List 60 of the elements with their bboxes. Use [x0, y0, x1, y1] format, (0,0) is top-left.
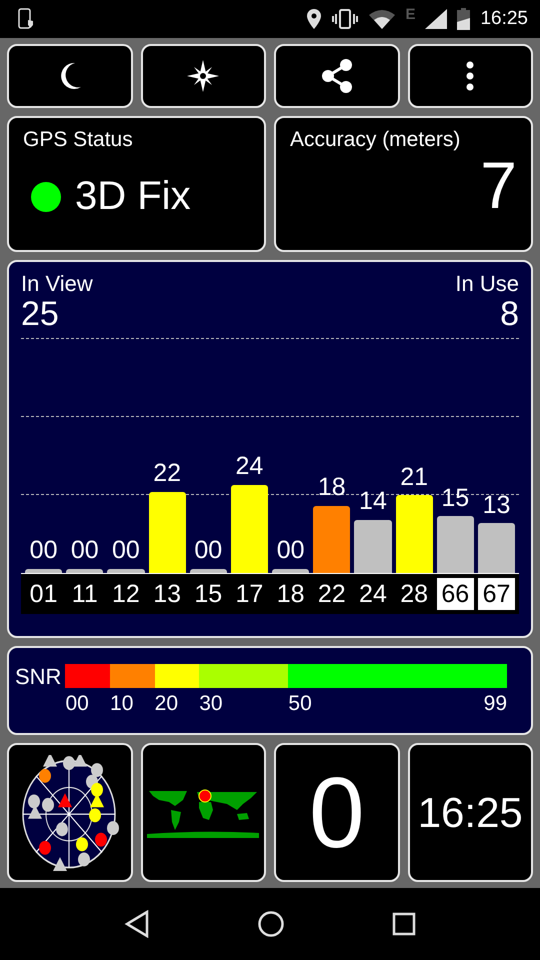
- snr-value: 00: [111, 537, 141, 565]
- more-icon: [466, 61, 474, 91]
- satellite-id: 18: [276, 578, 306, 610]
- sky-plot-card[interactable]: [7, 743, 132, 882]
- snr-tick: 30: [199, 692, 223, 716]
- phone-shield-icon: [18, 8, 34, 30]
- menu-button[interactable]: [408, 44, 533, 108]
- snr-value: 18: [316, 474, 347, 502]
- share-icon: [320, 58, 354, 94]
- satellite-id: 17: [234, 578, 264, 610]
- snr-tick: 10: [110, 692, 134, 716]
- satellite-id: 11: [70, 578, 99, 610]
- satellite-id: 13: [152, 578, 182, 610]
- network-type: E: [405, 6, 416, 22]
- accuracy-value: 7: [480, 152, 517, 218]
- compass-button[interactable]: [140, 44, 266, 108]
- snr-value: 14: [358, 488, 388, 516]
- snr-tick: 20: [154, 692, 178, 716]
- clock-time: 16:25: [480, 8, 528, 30]
- satellite-id: 67: [478, 578, 516, 610]
- wifi-icon: [369, 9, 396, 29]
- satellite-id: 28: [399, 578, 430, 610]
- snr-value: 13: [482, 492, 512, 520]
- snr-tick: 00: [65, 692, 89, 716]
- accuracy-title: Accuracy (meters): [290, 128, 462, 152]
- signal-icon: [425, 9, 448, 29]
- satellite-id: 66: [436, 578, 474, 610]
- location-icon: [307, 9, 322, 29]
- satellite-id: 15: [193, 578, 224, 610]
- satellite-id: 12: [111, 578, 141, 610]
- snr-value: 22: [152, 460, 182, 488]
- in-view-label: In View: [21, 272, 93, 296]
- fix-value: 3D Fix: [75, 174, 191, 219]
- share-button[interactable]: [274, 44, 400, 108]
- snr-tick: 99: [484, 692, 507, 716]
- count-value: 0: [308, 762, 365, 862]
- home-icon[interactable]: [256, 910, 285, 938]
- snr-value: 21: [399, 464, 430, 492]
- snr-tick: 50: [288, 692, 312, 716]
- battery-charging-icon: [457, 8, 470, 30]
- in-use-label: In Use: [455, 272, 519, 296]
- back-icon[interactable]: [124, 910, 150, 938]
- snr-value: 00: [28, 537, 58, 565]
- recents-icon[interactable]: [392, 912, 416, 936]
- snr-value: 24: [234, 453, 264, 481]
- snr-label: SNR: [15, 664, 62, 691]
- in-use-count: 8: [499, 296, 519, 334]
- vibrate-icon: [331, 9, 360, 29]
- snr-value: 00: [193, 537, 224, 565]
- night-button[interactable]: [7, 44, 132, 108]
- gps-status-title: GPS Status: [23, 128, 134, 152]
- in-view-count: 25: [21, 296, 60, 334]
- snr-value: 00: [70, 537, 100, 565]
- compass-rose-icon: [186, 59, 220, 93]
- snr-value: 00: [276, 537, 306, 565]
- time-value: 16:25: [418, 788, 523, 836]
- satellite-id: 22: [316, 578, 347, 610]
- satellite-id: 24: [358, 578, 388, 610]
- world-map-card[interactable]: [140, 743, 266, 882]
- satellite-id: 01: [28, 578, 58, 610]
